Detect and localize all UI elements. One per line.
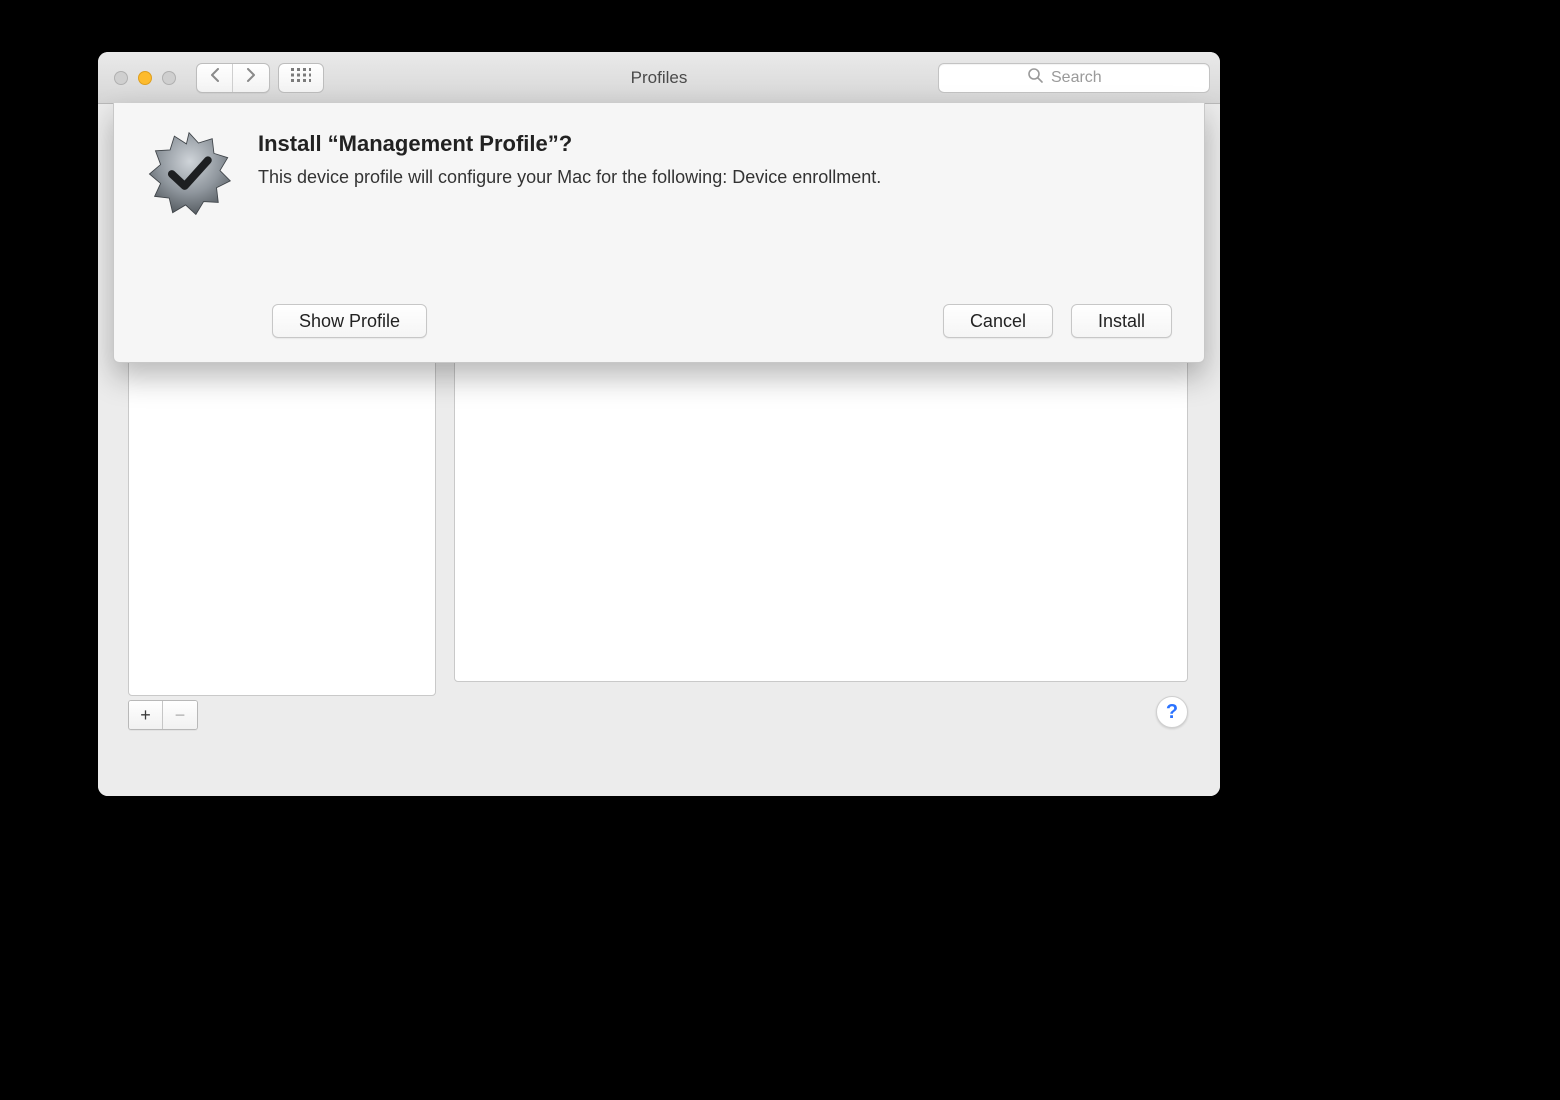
remove-profile-button[interactable]: −: [163, 701, 197, 729]
chevron-left-icon: [209, 68, 221, 87]
dialog-title: Install “Management Profile”?: [258, 131, 1172, 157]
add-profile-button[interactable]: +: [129, 701, 163, 729]
profiles-window: Profiles No profiles installed + − ?: [98, 52, 1220, 796]
install-button[interactable]: Install: [1071, 304, 1172, 338]
titlebar: Profiles: [98, 52, 1220, 104]
window-zoom-button[interactable]: [162, 71, 176, 85]
starburst-checkmark-icon: [146, 131, 232, 217]
traffic-lights: [114, 71, 176, 85]
window-close-button[interactable]: [114, 71, 128, 85]
chevron-right-icon: [245, 68, 257, 87]
dialog-description: This device profile will configure your …: [258, 167, 1172, 188]
show-profile-button[interactable]: Show Profile: [272, 304, 427, 338]
minus-icon: −: [175, 706, 186, 724]
grid-icon: [291, 68, 311, 87]
help-icon: ?: [1166, 701, 1178, 724]
search-field[interactable]: [938, 63, 1210, 93]
nav-back-forward: [196, 63, 270, 93]
help-button[interactable]: ?: [1156, 696, 1188, 728]
cancel-button[interactable]: Cancel: [943, 304, 1053, 338]
back-button[interactable]: [197, 64, 233, 92]
search-input[interactable]: [1051, 69, 1121, 87]
plus-icon: +: [140, 706, 151, 724]
window-minimize-button[interactable]: [138, 71, 152, 85]
install-profile-dialog: Install “Management Profile”? This devic…: [113, 103, 1205, 363]
add-remove-control: + −: [128, 700, 198, 730]
forward-button[interactable]: [233, 64, 269, 92]
show-all-button[interactable]: [278, 63, 324, 93]
search-icon: [1027, 67, 1043, 88]
